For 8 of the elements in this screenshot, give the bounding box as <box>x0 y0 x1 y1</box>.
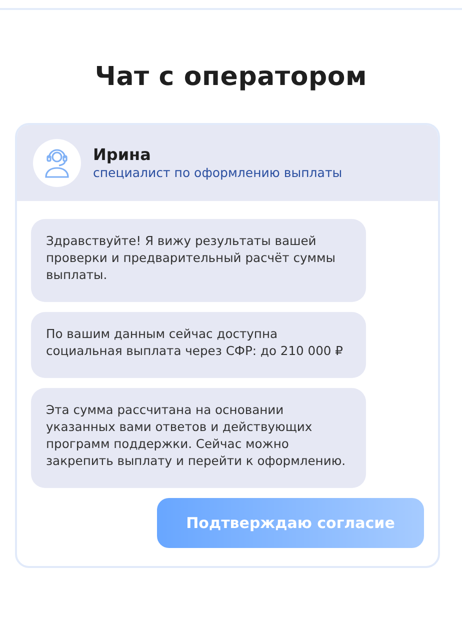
confirm-button[interactable]: Подтверждаю согласие <box>157 498 424 548</box>
page-title: Чат с оператором <box>94 62 368 94</box>
operator-role: специалист по оформлению выплаты <box>93 164 342 181</box>
operator-headset-icon <box>42 147 72 180</box>
chat-message: По вашим данным сейчас доступна социальная выплата через СФР: до 210 000 ₽ <box>31 312 366 378</box>
chat-message: Эта сумма рассчитана на основании указанных вами ответов и действующих программ поддержки. Сейчас можно закрепить выплату и перейти к оформлению. <box>31 388 366 488</box>
chat-message: Здравствуйте! Я вижу результаты вашей проверки и предварительный расчёт суммы выплаты. <box>31 219 366 302</box>
operator-name: Ирина <box>93 145 152 165</box>
